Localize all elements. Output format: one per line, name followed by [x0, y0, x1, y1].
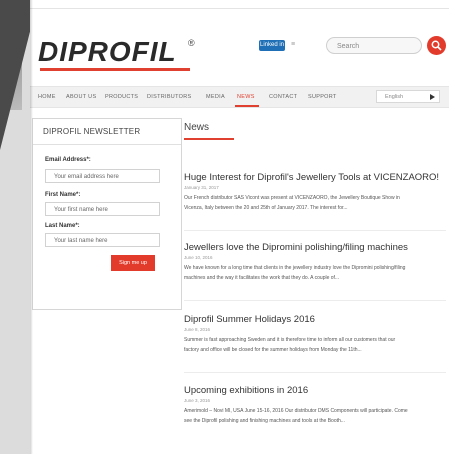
language-value: English [385, 94, 404, 100]
nav-item-products[interactable]: PRODUCTS [105, 87, 138, 107]
nav-item-media[interactable]: MEDIA [206, 87, 225, 107]
article-date: June 10, 2016 [184, 255, 213, 260]
article-excerpt: Our French distributor SAS Vicont was pr… [184, 193, 446, 213]
first-name-field[interactable]: Your first name here [45, 202, 160, 216]
brand-registered-mark: ® [188, 38, 195, 48]
excerpt-line: Amerimold – Novi MI, USA June 15-16, 201… [184, 408, 408, 414]
article-excerpt: Summer is fast approaching Sweden and it… [184, 335, 446, 355]
excerpt-line: Summer is fast approaching Sweden and it… [184, 337, 396, 343]
sign-up-button[interactable]: Sign me up [111, 255, 155, 271]
language-select[interactable]: English [376, 90, 440, 103]
nav-item-news[interactable]: NEWS [237, 87, 255, 107]
news-article: Upcoming exhibitions in 2016 June 3, 201… [184, 385, 446, 426]
article-date: June 8, 2016 [184, 327, 211, 332]
article-title[interactable]: Upcoming exhibitions in 2016 [184, 385, 446, 397]
title-underline [184, 138, 234, 140]
page-title: News [184, 122, 210, 133]
share-icon[interactable]: ≡ [291, 41, 305, 50]
linkedin-button[interactable]: Linked in [259, 40, 285, 51]
excerpt-line: Our French distributor SAS Vicont was pr… [184, 195, 400, 201]
excerpt-line: We have known for a long time that clien… [184, 265, 406, 271]
newsletter-widget: DIPROFIL NEWSLETTER Email Address*: Your… [32, 118, 182, 310]
nav-item-distributors[interactable]: DISTRIBUTORS [147, 87, 191, 107]
main-nav: HOME ABOUT US PRODUCTS DISTRIBUTORS MEDI… [30, 86, 449, 108]
article-excerpt: We have known for a long time that clien… [184, 263, 446, 283]
excerpt-line: factory and office will be closed for th… [184, 347, 362, 353]
page-shadow [30, 0, 33, 454]
article-title[interactable]: Diprofil Summer Holidays 2016 [184, 314, 446, 326]
article-divider [184, 372, 446, 373]
article-title[interactable]: Huge Interest for Diprofil's Jewellery T… [184, 172, 446, 184]
excerpt-line: see the Diprofil polishing and finishing… [184, 418, 345, 424]
first-name-label: First Name*: [45, 192, 81, 198]
article-title[interactable]: Jewellers love the Dipromini polishing/f… [184, 242, 446, 254]
last-name-field[interactable]: Your last name here [45, 233, 160, 247]
news-article: Jewellers love the Dipromini polishing/f… [184, 242, 446, 283]
news-article: Huge Interest for Diprofil's Jewellery T… [184, 172, 446, 213]
website-page: DIPROFIL ® Linked in ≡ Search HOME ABOUT… [30, 0, 449, 454]
email-label: Email Address*: [45, 157, 91, 163]
search-input[interactable]: Search [326, 37, 422, 54]
nav-item-about-us[interactable]: ABOUT US [66, 87, 96, 107]
brand-logo[interactable]: DIPROFIL [38, 36, 177, 68]
news-article: Diprofil Summer Holidays 2016 June 8, 20… [184, 314, 446, 355]
article-excerpt: Amerimold – Novi MI, USA June 15-16, 201… [184, 406, 446, 426]
search-icon [431, 40, 442, 51]
article-date: June 3, 2016 [184, 398, 211, 403]
article-divider [184, 300, 446, 301]
nav-active-underline [235, 105, 259, 107]
article-divider [184, 230, 446, 231]
excerpt-line: Vicenza, Italy between the 20 and 25th o… [184, 205, 348, 211]
article-date: January 31, 2017 [184, 185, 219, 190]
nav-item-support[interactable]: SUPPORT [308, 87, 337, 107]
nav-item-contact[interactable]: CONTACT [269, 87, 297, 107]
logo-underline [40, 68, 190, 71]
chevron-right-icon [430, 94, 435, 100]
search-button[interactable] [427, 36, 446, 55]
newsletter-title: DIPROFIL NEWSLETTER [33, 119, 181, 145]
email-field[interactable]: Your email address here [45, 169, 160, 183]
nav-item-home[interactable]: HOME [38, 87, 56, 107]
header-top-divider [30, 8, 449, 9]
excerpt-line: machines and the way it facilitates the … [184, 275, 340, 281]
last-name-label: Last Name*: [45, 223, 80, 229]
